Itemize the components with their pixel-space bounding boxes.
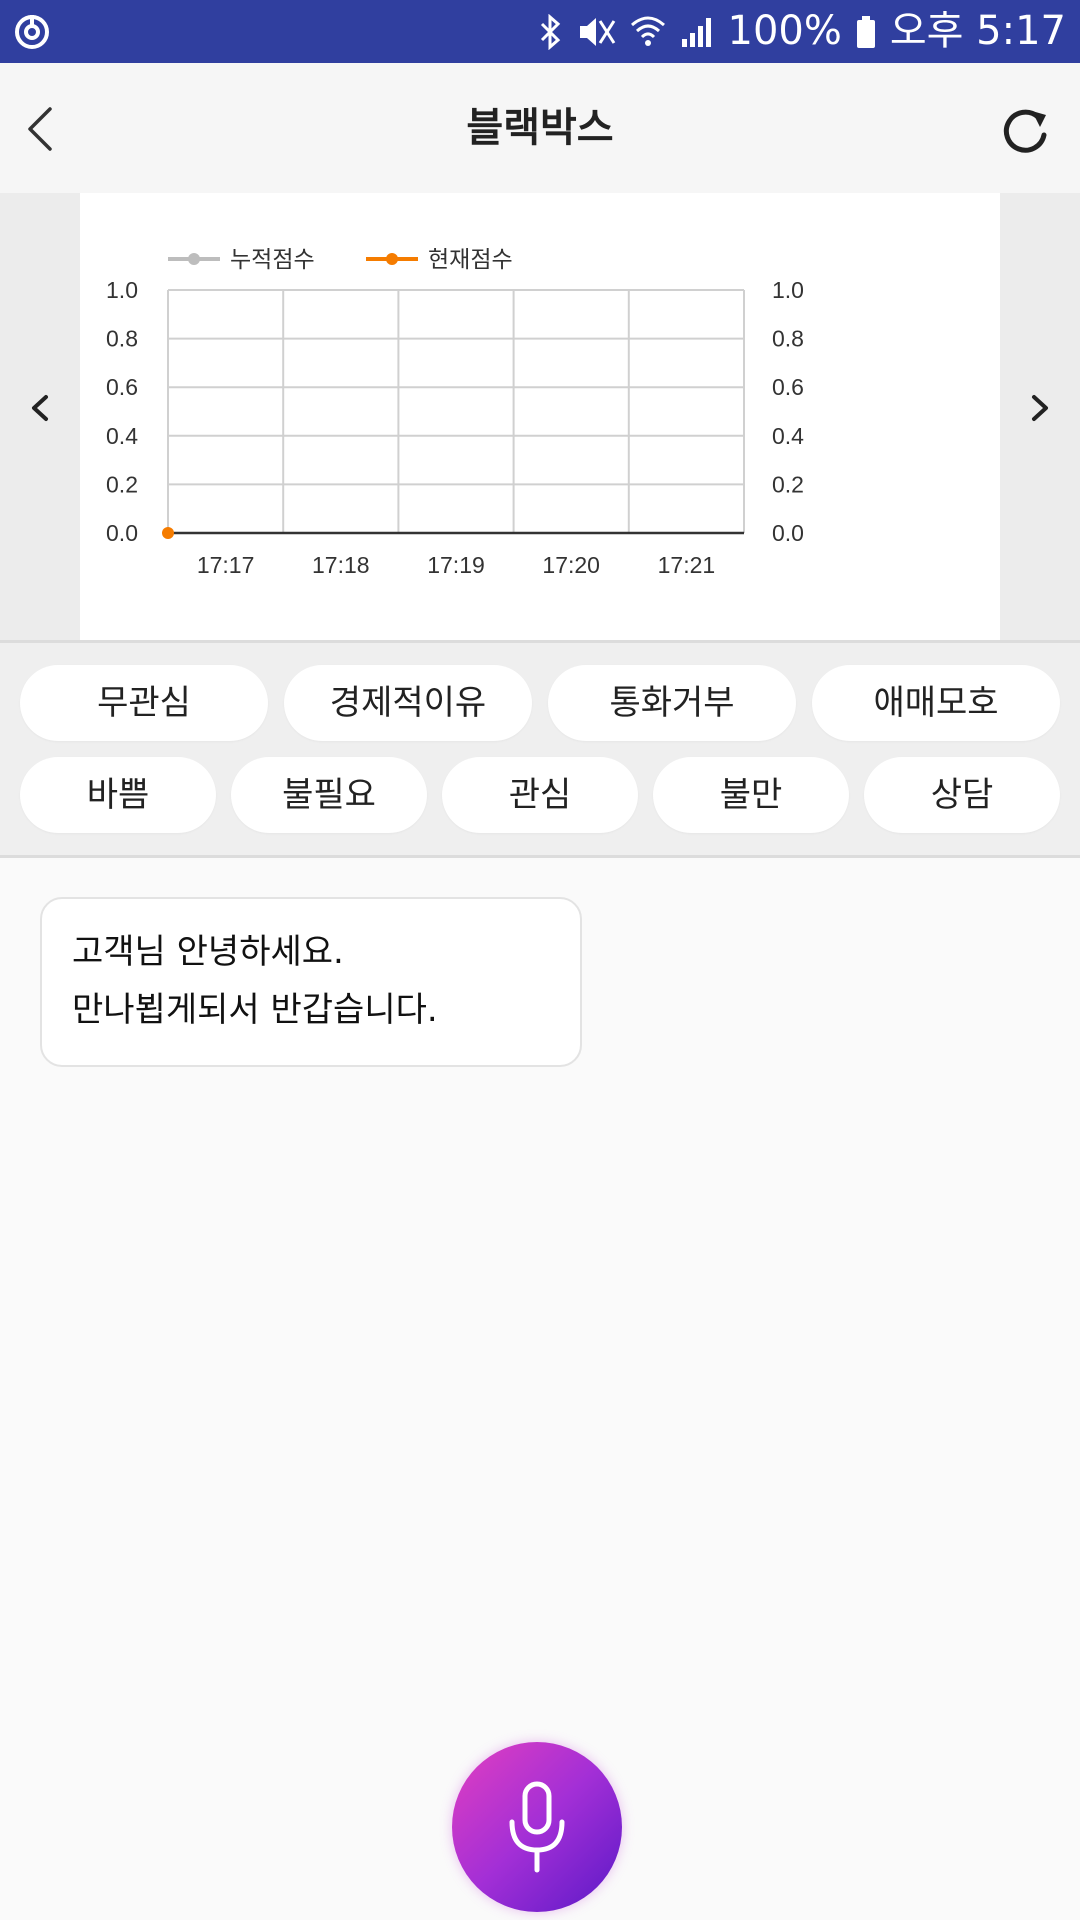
battery-percent: 100% — [727, 8, 842, 54]
tag-button[interactable]: 불필요 — [231, 757, 427, 833]
chart-carousel: 0.0 0.0 0.2 0.2 0.4 0.4 0.6 0.6 0.8 0.8 1.0 1.0 17:1… — [0, 193, 1080, 640]
legend-label: 누적점수 — [230, 246, 315, 272]
battery-icon — [856, 15, 875, 48]
message-line: 만나뵙게되서 반갑습니다. — [72, 990, 438, 1030]
x-tick-label: 17:20 — [542, 552, 600, 578]
microphone-button[interactable] — [452, 1742, 622, 1912]
y2-tick-label: 0.8 — [772, 326, 804, 352]
chart-next-button[interactable] — [1020, 343, 1060, 473]
x-tick-label: 17:18 — [312, 552, 370, 578]
y-tick-label: 0.6 — [106, 374, 138, 400]
tag-button[interactable]: 불만 — [653, 757, 849, 833]
message-bubble: 고객님 안녕하세요. 만나뵙게되서 반갑습니다. — [40, 897, 582, 1067]
legend-label: 현재점수 — [428, 246, 513, 272]
y2-tick-label: 1.0 — [772, 277, 804, 303]
chart-prev-button[interactable] — [20, 343, 60, 473]
tag-button[interactable]: 경제적이유 — [284, 665, 532, 741]
status-bar: 100% 오후 5:17 — [0, 0, 1080, 63]
x-tick-label: 17:17 — [197, 552, 255, 578]
microphone-icon — [509, 1781, 565, 1873]
signal-icon — [681, 17, 711, 47]
x-tick-label: 17:19 — [427, 552, 485, 578]
y2-tick-label: 0.6 — [772, 374, 804, 400]
tag-button[interactable]: 바쁨 — [20, 757, 216, 833]
legend-swatch-marker — [188, 253, 200, 265]
y-tick-label: 0.2 — [106, 471, 138, 497]
message-line: 고객님 안녕하세요. — [72, 932, 344, 972]
mute-icon — [579, 17, 615, 46]
bluetooth-icon — [540, 13, 560, 50]
divider — [0, 855, 1080, 858]
tag-panel: 무관심 경제적이유 통화거부 애매모호 바쁨 불필요 관심 불만 상담 — [0, 643, 1080, 855]
tag-button[interactable]: 통화거부 — [548, 665, 796, 741]
y-tick-label: 0.0 — [106, 520, 138, 546]
y-tick-label: 0.4 — [106, 423, 138, 449]
clock: 오후 5:17 — [889, 8, 1066, 54]
y-tick-label: 1.0 — [106, 277, 138, 303]
page-title: 블랙박스 — [466, 105, 614, 151]
legend-swatch-marker — [386, 253, 398, 265]
refresh-button[interactable] — [996, 101, 1056, 161]
x-tick-label: 17:21 — [658, 552, 716, 578]
y2-tick-label: 0.4 — [772, 423, 804, 449]
app-notification-icon — [15, 15, 49, 49]
y2-tick-label: 0.2 — [772, 471, 804, 497]
tag-button[interactable]: 무관심 — [20, 665, 268, 741]
score-chart-card: 0.0 0.0 0.2 0.2 0.4 0.4 0.6 0.6 0.8 0.8 1.0 1.0 17:1… — [80, 193, 1000, 640]
y-tick-label: 0.8 — [106, 326, 138, 352]
tag-button[interactable]: 상담 — [864, 757, 1060, 833]
tag-button[interactable]: 관심 — [442, 757, 638, 833]
y2-tick-label: 0.0 — [772, 520, 804, 546]
wifi-icon — [630, 16, 665, 46]
score-chart: 0.0 0.0 0.2 0.2 0.4 0.4 0.6 0.6 0.8 0.8 1.0 1.0 17:1… — [106, 246, 804, 578]
tag-button[interactable]: 애매모호 — [812, 665, 1060, 741]
app-header: 블랙박스 — [0, 63, 1080, 193]
data-point — [162, 527, 174, 539]
